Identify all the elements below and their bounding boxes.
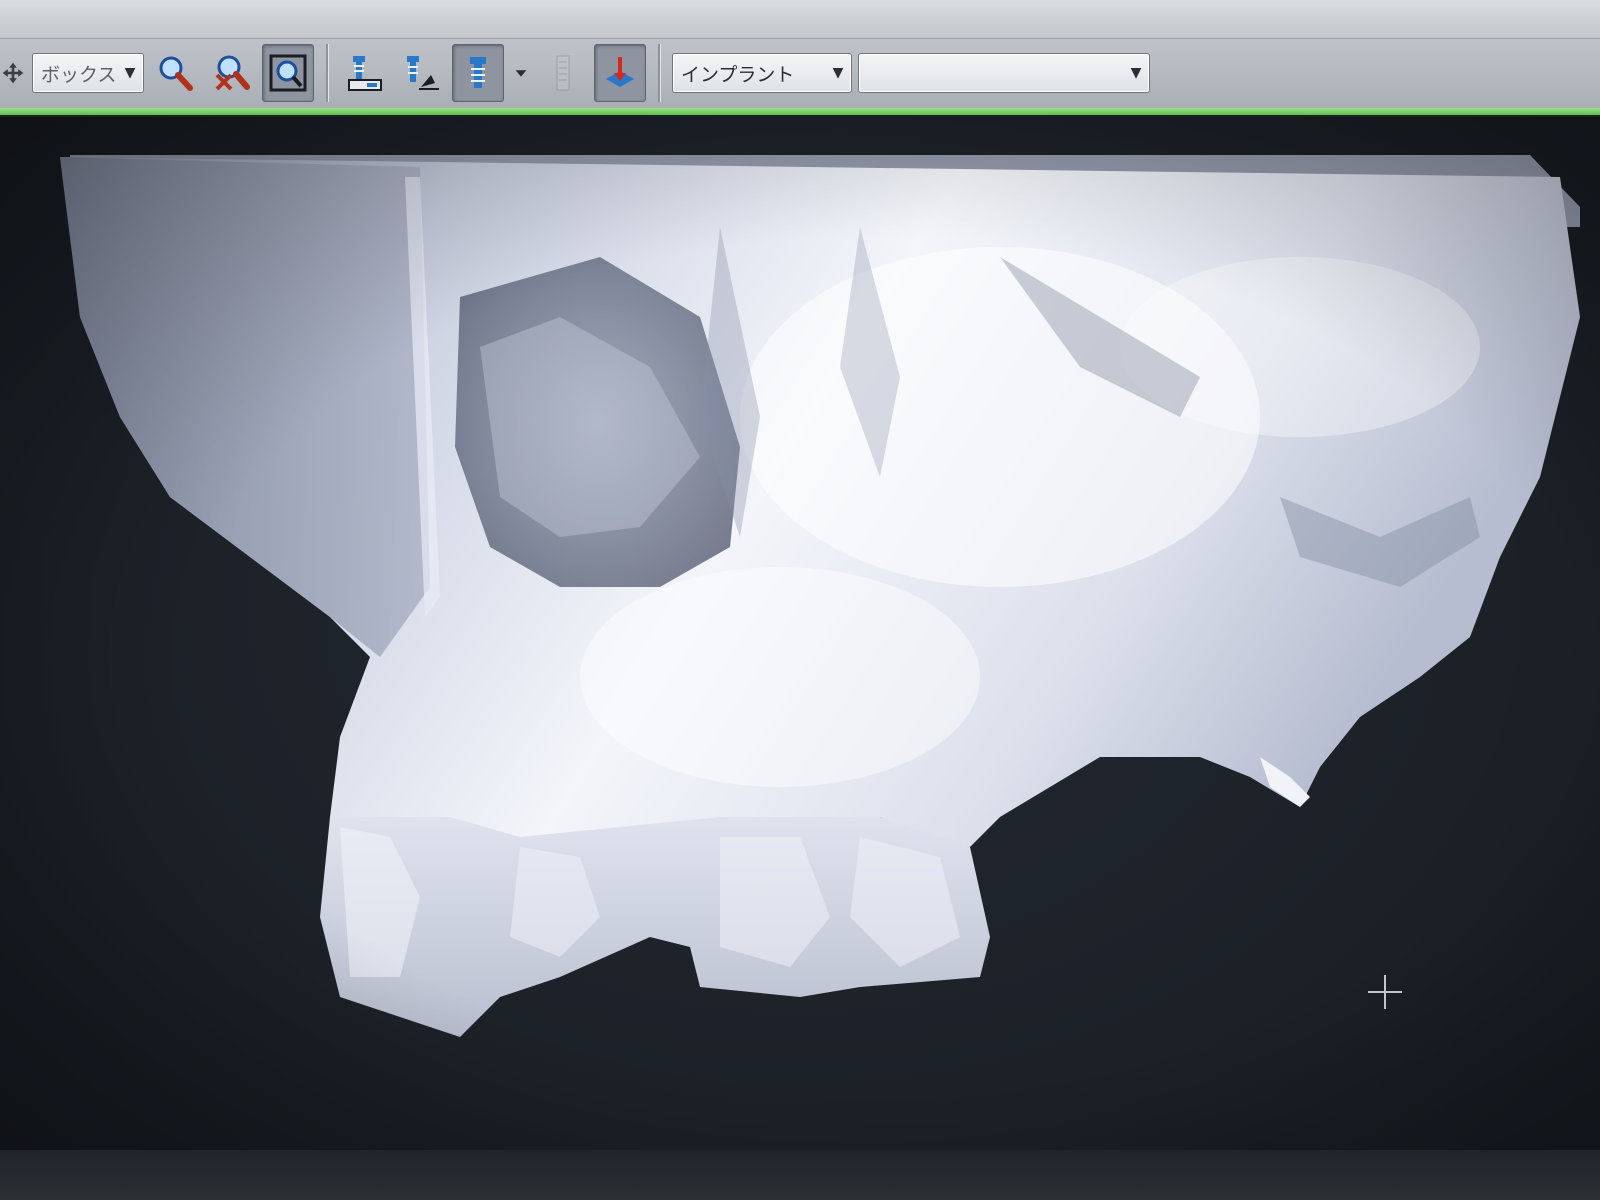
zoom-fit-button[interactable] <box>262 44 314 102</box>
zoom-in-button[interactable] <box>150 45 200 101</box>
implant-tilt-icon <box>407 56 439 90</box>
implant-type-value: インプラント <box>681 63 795 86</box>
toolbar-separator <box>658 44 660 102</box>
implant-dropdown-button[interactable] <box>510 45 532 101</box>
implant-place-icon <box>348 56 382 91</box>
main-toolbar: ボックス ▼ インプラント ▼ ▼ <box>0 0 1600 115</box>
chevron-down-icon <box>515 70 527 77</box>
axis-button[interactable] <box>594 44 646 102</box>
toolbar-accent-line <box>0 108 1600 115</box>
ruler-icon <box>556 55 570 91</box>
zoom-fit-icon <box>269 54 307 92</box>
implant-select-button[interactable] <box>452 44 504 102</box>
move-icon[interactable] <box>0 45 26 101</box>
axis-icon <box>606 57 634 87</box>
implant-model-combo[interactable]: ▼ <box>858 53 1150 93</box>
skull-3d-model <box>60 155 1580 1037</box>
implant-tilt-button[interactable] <box>396 45 446 101</box>
zoom-out-icon <box>215 55 250 91</box>
spacer-button[interactable] <box>538 45 588 101</box>
toolbar-separator <box>326 44 328 102</box>
view-tools-group: ボックス ▼ インプラント ▼ ▼ <box>0 42 1150 104</box>
monitor-bezel <box>0 1150 1600 1200</box>
chevron-down-icon: ▼ <box>832 65 844 81</box>
zoom-in-icon <box>159 56 193 91</box>
implant-planning-app: ボックス ▼ インプラント ▼ ▼ <box>0 0 1600 1200</box>
chevron-down-icon: ▼ <box>124 65 136 81</box>
implant-select-icon <box>470 57 486 88</box>
cursor-crosshair-icon <box>1368 975 1402 1009</box>
implant-place-button[interactable] <box>340 45 390 101</box>
implant-type-combo[interactable]: インプラント ▼ <box>672 53 852 93</box>
toolbar-top-strip <box>0 0 1600 39</box>
selection-mode-value: ボックス <box>41 63 117 86</box>
3d-render-viewport[interactable] <box>0 117 1600 1200</box>
selection-mode-combo[interactable]: ボックス ▼ <box>32 53 144 93</box>
zoom-out-button[interactable] <box>206 45 256 101</box>
chevron-down-icon: ▼ <box>1130 65 1142 81</box>
